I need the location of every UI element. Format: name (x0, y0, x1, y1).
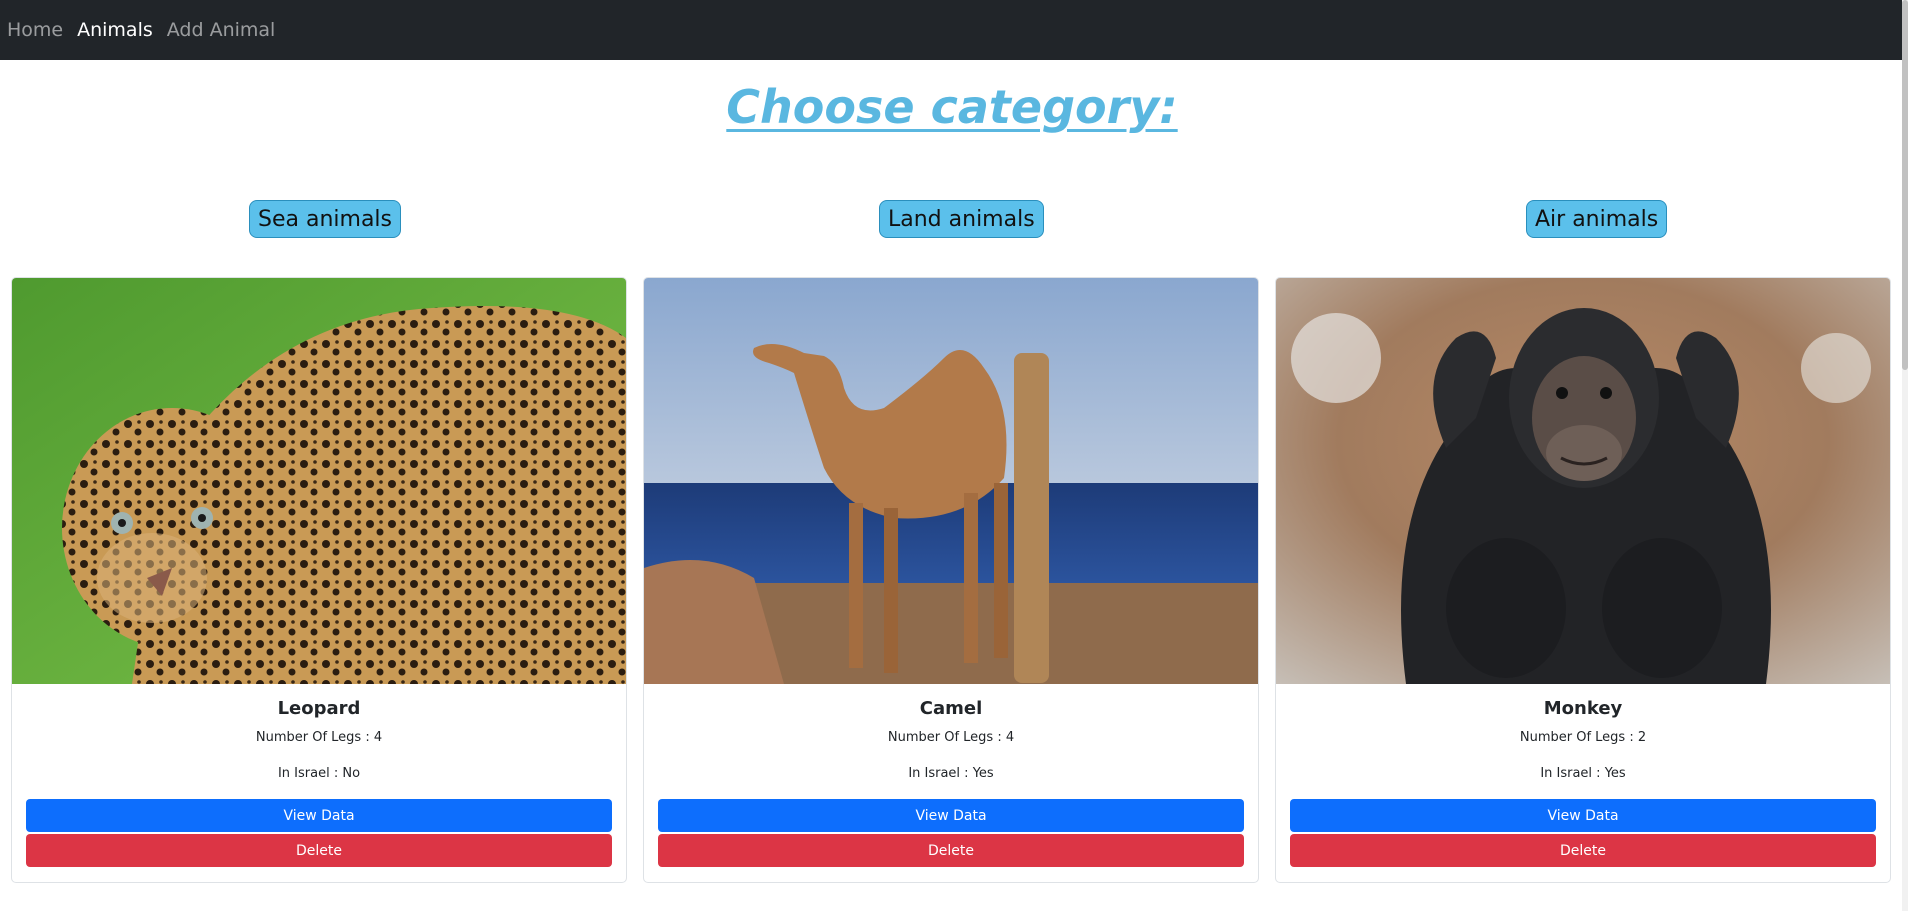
legs-text: Number Of Legs : 4 (887, 730, 1015, 745)
scrollbar-thumb[interactable] (1902, 0, 1908, 370)
view-data-button[interactable]: View Data (1290, 799, 1876, 832)
nav-link-animals[interactable]: Animals (77, 19, 153, 41)
in-israel-text: In Israel : Yes (908, 766, 994, 781)
chimpanzee-image (1276, 278, 1890, 684)
air-animals-button[interactable]: Air animals (1526, 200, 1668, 238)
delete-button[interactable]: Delete (1290, 834, 1876, 867)
animal-card-monkey: Monkey Number Of Legs : 2 In Israel : Ye… (1275, 277, 1891, 883)
nav-link-add-animal[interactable]: Add Animal (167, 19, 276, 41)
animal-card-camel: Camel Number Of Legs : 4 In Israel : Yes… (643, 277, 1259, 883)
legs-text: Number Of Legs : 4 (255, 730, 383, 745)
in-israel-text: In Israel : No (277, 766, 361, 781)
in-israel-text: In Israel : Yes (1540, 766, 1626, 781)
view-data-button[interactable]: View Data (26, 799, 612, 832)
animal-name: Camel (919, 698, 983, 719)
scrollbar-track[interactable] (1902, 0, 1908, 911)
nav-link-home[interactable]: Home (7, 19, 63, 41)
animal-name: Leopard (277, 698, 361, 719)
animal-name: Monkey (1543, 698, 1623, 719)
animal-card-leopard: Leopard Number Of Legs : 4 In Israel : N… (11, 277, 627, 883)
leopard-image (12, 278, 626, 684)
page-title: Choose category: (726, 80, 1178, 134)
view-data-button[interactable]: View Data (658, 799, 1244, 832)
delete-button[interactable]: Delete (658, 834, 1244, 867)
delete-button[interactable]: Delete (26, 834, 612, 867)
sea-animals-button[interactable]: Sea animals (249, 200, 401, 238)
legs-text: Number Of Legs : 2 (1519, 730, 1647, 745)
land-animals-button[interactable]: Land animals (879, 200, 1044, 238)
camel-image (644, 278, 1258, 684)
top-navbar: Home Animals Add Animal (0, 0, 1908, 60)
